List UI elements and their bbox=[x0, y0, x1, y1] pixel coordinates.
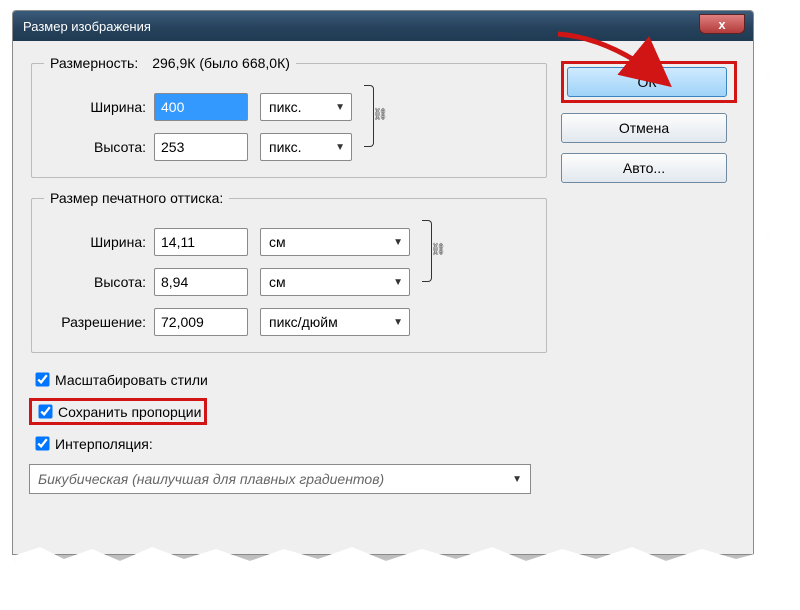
image-size-dialog: Размер изображения x Размерность: 296,9К… bbox=[12, 10, 754, 555]
print-width-unit-value: см bbox=[269, 234, 286, 250]
resolution-unit-select[interactable]: пикс/дюйм ▼ bbox=[260, 308, 410, 336]
constrain-proportions-check[interactable] bbox=[38, 404, 52, 418]
dimensions-summary: 296,9К (было 668,0К) bbox=[152, 55, 290, 71]
torn-edge-right bbox=[754, 14, 790, 566]
print-link-bracket: ⛓ bbox=[418, 216, 436, 286]
scale-styles-checkbox[interactable]: Масштабировать стили bbox=[29, 369, 211, 390]
chevron-down-icon: ▼ bbox=[393, 237, 403, 248]
close-icon: x bbox=[718, 17, 725, 32]
width-label: Ширина: bbox=[44, 99, 154, 115]
chevron-down-icon: ▼ bbox=[335, 102, 345, 113]
resample-checkbox[interactable]: Интерполяция: bbox=[29, 433, 156, 454]
resample-check[interactable] bbox=[35, 436, 49, 450]
interpolation-select[interactable]: Бикубическая (наилучшая для плавных град… bbox=[29, 464, 531, 494]
constrain-proportions-checkbox[interactable]: Сохранить пропорции bbox=[29, 398, 207, 425]
auto-button[interactable]: Авто... bbox=[561, 153, 727, 183]
width-input[interactable] bbox=[154, 93, 248, 121]
ok-highlight: ОК bbox=[561, 61, 737, 103]
scale-styles-label: Масштабировать стили bbox=[55, 372, 208, 388]
title-bar: Размер изображения x bbox=[13, 11, 753, 41]
print-height-unit-select[interactable]: см ▼ bbox=[260, 268, 410, 296]
print-width-input[interactable] bbox=[154, 228, 248, 256]
chevron-down-icon: ▼ bbox=[335, 142, 345, 153]
height-input[interactable] bbox=[154, 133, 248, 161]
resolution-label: Разрешение: bbox=[44, 314, 154, 330]
scale-styles-check[interactable] bbox=[35, 372, 49, 386]
link-icon: ⛓ bbox=[373, 107, 388, 121]
link-bracket: ⛓ bbox=[360, 81, 378, 151]
interpolation-value: Бикубическая (наилучшая для плавных град… bbox=[38, 471, 384, 487]
height-unit-value: пикс. bbox=[269, 139, 302, 155]
constrain-proportions-label: Сохранить пропорции bbox=[58, 404, 201, 420]
close-button[interactable]: x bbox=[699, 14, 745, 34]
print-height-label: Высота: bbox=[44, 274, 154, 290]
width-unit-value: пикс. bbox=[269, 99, 302, 115]
pixel-dimensions-group: Размерность: 296,9К (было 668,0К) Ширина… bbox=[31, 55, 547, 178]
chevron-down-icon: ▼ bbox=[393, 317, 403, 328]
print-width-label: Ширина: bbox=[44, 234, 154, 250]
height-unit-select[interactable]: пикс. ▼ bbox=[260, 133, 352, 161]
resolution-input[interactable] bbox=[154, 308, 248, 336]
print-width-unit-select[interactable]: см ▼ bbox=[260, 228, 410, 256]
chevron-down-icon: ▼ bbox=[512, 474, 522, 485]
print-height-input[interactable] bbox=[154, 268, 248, 296]
torn-edge-bottom bbox=[16, 537, 766, 575]
width-unit-select[interactable]: пикс. ▼ bbox=[260, 93, 352, 121]
resolution-unit-value: пикс/дюйм bbox=[269, 314, 338, 330]
dimensions-legend: Размерность: bbox=[50, 55, 138, 71]
chevron-down-icon: ▼ bbox=[393, 277, 403, 288]
window-title: Размер изображения bbox=[23, 19, 151, 34]
ok-button[interactable]: ОК bbox=[567, 67, 727, 97]
link-icon: ⛓ bbox=[431, 242, 446, 256]
resample-label: Интерполяция: bbox=[55, 436, 153, 452]
height-label: Высота: bbox=[44, 139, 154, 155]
print-size-group: Размер печатного оттиска: Ширина: см ▼ bbox=[31, 190, 547, 353]
cancel-button[interactable]: Отмена bbox=[561, 113, 727, 143]
print-size-legend: Размер печатного оттиска: bbox=[44, 190, 229, 206]
print-height-unit-value: см bbox=[269, 274, 286, 290]
